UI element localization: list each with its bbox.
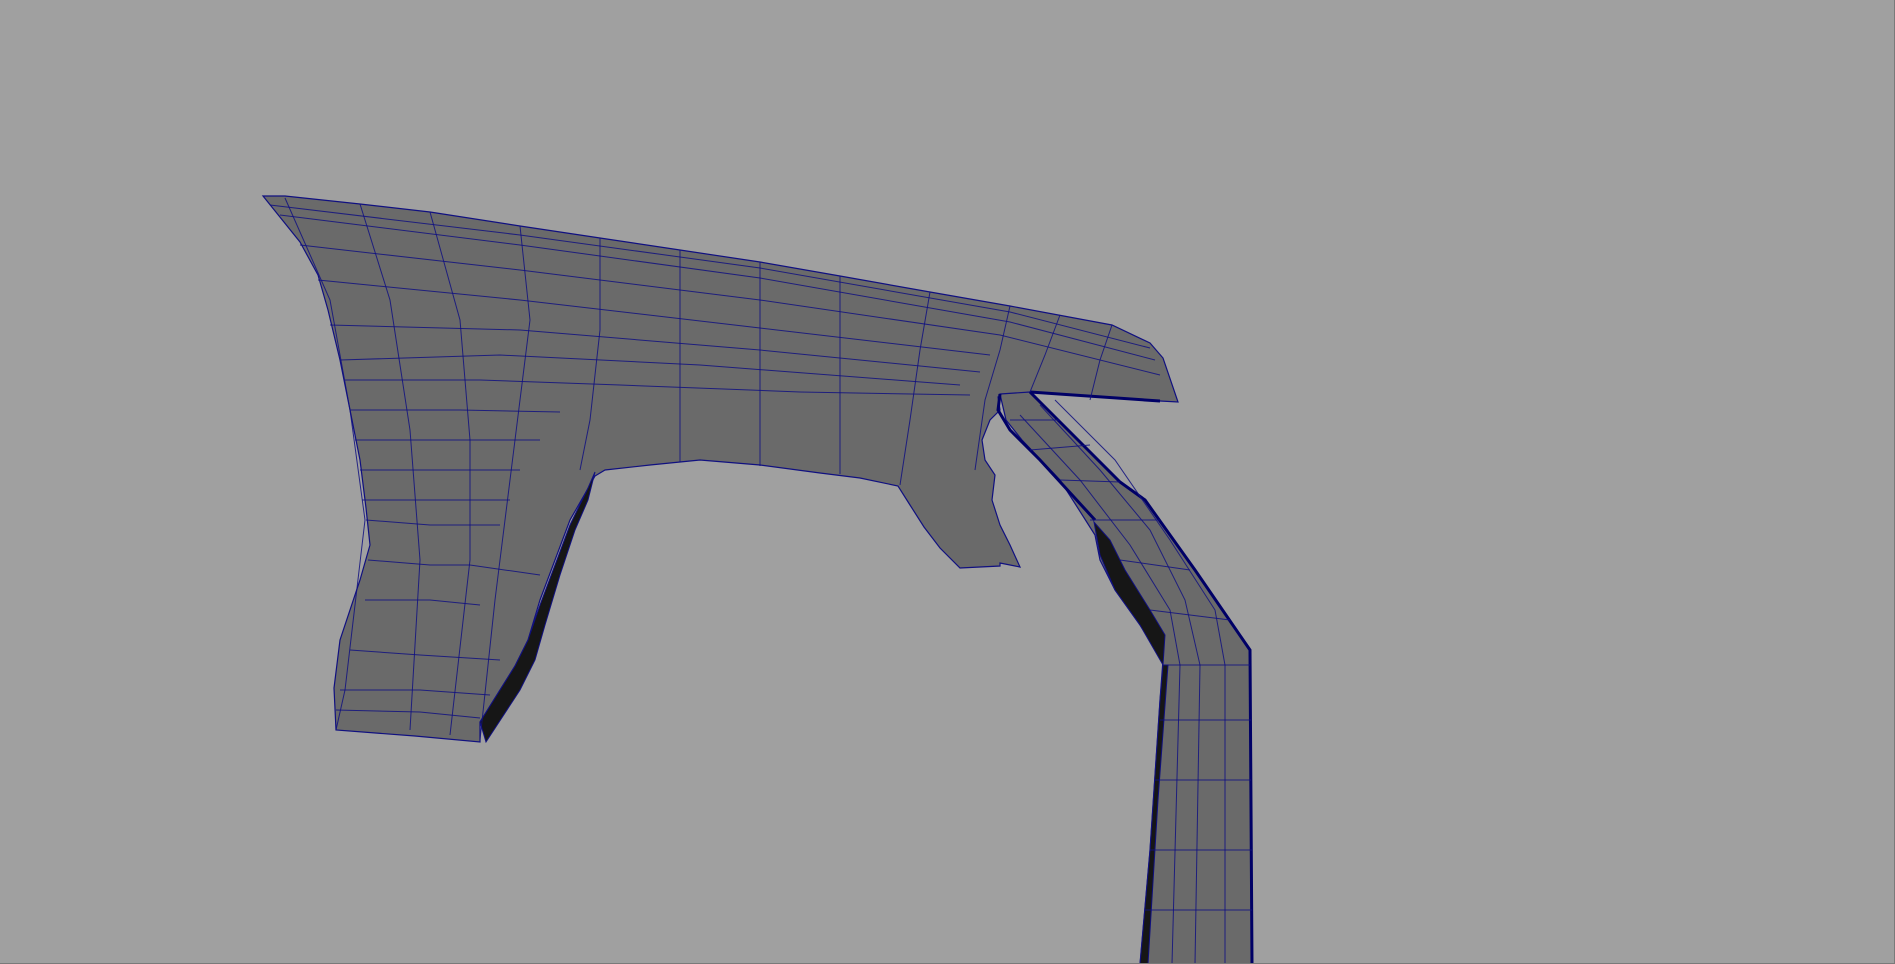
fender-body[interactable] xyxy=(261,195,1179,743)
3d-viewport[interactable] xyxy=(0,0,1895,964)
mesh-scene[interactable] xyxy=(0,0,1895,964)
fender-mesh[interactable] xyxy=(261,195,1254,964)
strut-body[interactable] xyxy=(999,391,1253,964)
